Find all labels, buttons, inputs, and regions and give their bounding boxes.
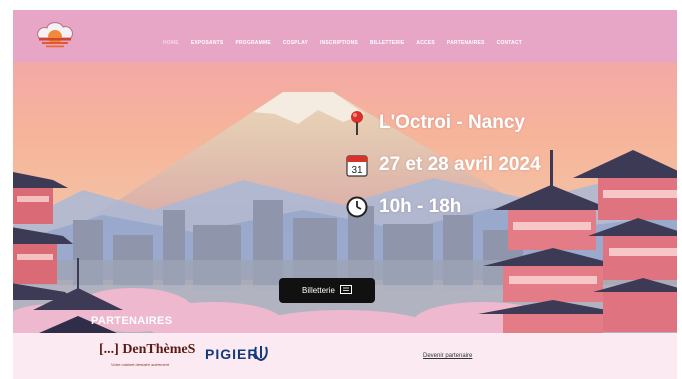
billetterie-label: Billetterie: [302, 286, 335, 295]
ticket-icon: [339, 285, 352, 296]
nav-inscriptions[interactable]: INSCRIPTIONS: [320, 40, 358, 46]
nav-cosplay[interactable]: COSPLAY: [283, 40, 308, 46]
become-partner-link[interactable]: Devenir partenaire: [423, 353, 472, 359]
top-navigation: HOME EXPOSANTS PROGRAMME COSPLAY INSCRIP…: [13, 10, 677, 62]
billetterie-button[interactable]: Billetterie: [279, 278, 375, 303]
site-logo[interactable]: [33, 18, 77, 52]
event-location: L'Octroi - Nancy: [379, 112, 525, 133]
nav-billetterie[interactable]: BILLETTERIE: [370, 40, 404, 46]
nav-contact[interactable]: CONTACT: [497, 40, 522, 46]
page-frame: HOME EXPOSANTS PROGRAMME COSPLAY INSCRIP…: [13, 10, 677, 379]
pigier-emblem-icon: [254, 346, 268, 362]
event-hours: 10h - 18h: [379, 196, 462, 217]
denthemes-tagline: Votre cabinet dentaire autrement: [111, 362, 170, 367]
event-dates: 27 et 28 avril 2024: [379, 154, 541, 175]
pushpin-icon: [345, 110, 369, 136]
nav-acces[interactable]: ACCES: [416, 40, 435, 46]
pigier-logo[interactable]: PIGIER: [205, 346, 258, 362]
nav-partenaires[interactable]: PARTENAIRES: [447, 40, 485, 46]
event-info: L'Octroi - Nancy 31 27 et 28 avril 2024: [345, 106, 541, 232]
dates-row: 31 27 et 28 avril 2024: [345, 148, 541, 182]
nav-exposants[interactable]: EXPOSANTS: [191, 40, 224, 46]
main-menu: HOME EXPOSANTS PROGRAMME COSPLAY INSCRIP…: [163, 40, 522, 46]
clock-icon: [345, 194, 369, 220]
partners-heading: PARTENAIRES: [91, 315, 173, 327]
svg-text:31: 31: [351, 165, 363, 176]
calendar-icon: 31: [345, 152, 369, 178]
hours-row: 10h - 18h: [345, 190, 541, 224]
nav-programme[interactable]: PROGRAMME: [235, 40, 270, 46]
nav-home[interactable]: HOME: [163, 40, 179, 46]
location-row: L'Octroi - Nancy: [345, 106, 541, 140]
denthemes-logo[interactable]: [...] DenThèmeS: [99, 342, 195, 358]
